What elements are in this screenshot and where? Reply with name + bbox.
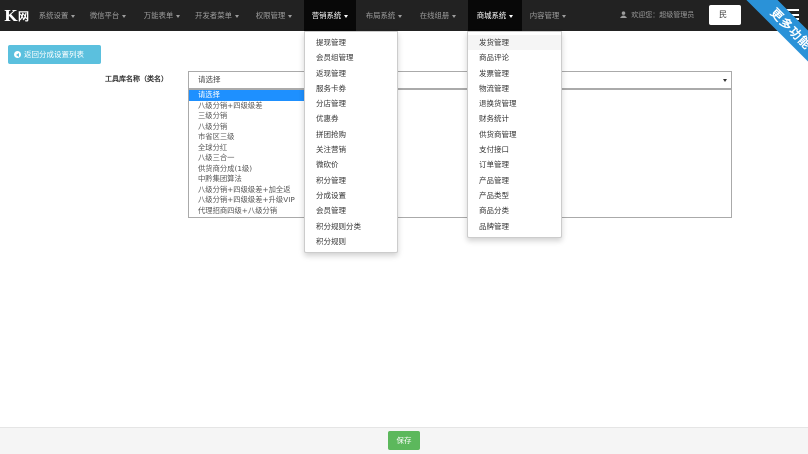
chevron-down-icon	[344, 14, 349, 18]
menu-item-returns-management[interactable]: 退换货管理	[468, 96, 561, 111]
brand-glyph: K	[4, 7, 18, 25]
more-features-ribbon[interactable]: 更多功能	[728, 0, 808, 80]
menu-item-brand-management[interactable]: 品牌管理	[468, 219, 561, 234]
select-option[interactable]: 八级分销+四级级差	[189, 101, 308, 112]
nav-mall-system[interactable]: 商城系统	[468, 0, 522, 31]
chevron-down-icon	[234, 14, 239, 18]
chevron-down-icon	[562, 14, 567, 18]
welcome-text: 欢迎您：超级管理员	[631, 11, 695, 19]
chevron-down-icon	[176, 14, 181, 18]
select-option[interactable]: 全球分红	[189, 143, 308, 154]
menu-item-service-coupons[interactable]: 服务卡券	[305, 81, 397, 96]
nav-marketing-system[interactable]: 营销系统	[304, 0, 356, 31]
nav-system-settings[interactable]: 系统设置	[33, 0, 81, 31]
tool-library-options: 请选择 八级分销+四级级差 三级分销 八级分销 市省区三级 全球分红 八级三合一…	[188, 89, 309, 218]
menu-item-branch-management[interactable]: 分店管理	[305, 96, 397, 111]
brand-logo[interactable]: K 网	[4, 6, 29, 26]
menu-item-logistics-management[interactable]: 物流管理	[468, 81, 561, 96]
welcome-user[interactable]: 欢迎您：超级管理员	[620, 0, 694, 31]
menu-item-bargain[interactable]: 微砍价	[305, 157, 397, 172]
menu-item-cashback-management[interactable]: 返现管理	[305, 66, 397, 81]
menu-item-member-management[interactable]: 会员管理	[305, 203, 397, 218]
select-option[interactable]: 八级三合一	[189, 153, 308, 164]
menu-item-invoice-management[interactable]: 发票管理	[468, 66, 561, 81]
menu-item-points-rule-category[interactable]: 积分规则分类	[305, 219, 397, 234]
menu-item-product-types[interactable]: 产品类型	[468, 188, 561, 203]
chevron-down-icon	[122, 14, 127, 18]
nav-online-album[interactable]: 在线组册	[414, 0, 462, 31]
chevron-down-icon	[452, 14, 457, 18]
menu-item-points-management[interactable]: 积分管理	[305, 173, 397, 188]
select-option[interactable]: 八级分销+四级级差+加全返	[189, 185, 308, 196]
menu-item-product-categories[interactable]: 商品分类	[468, 203, 561, 218]
more-features-label: 更多功能	[744, 0, 808, 76]
menu-item-product-management[interactable]: 产品管理	[468, 173, 561, 188]
nav-universal-form[interactable]: 万能表单	[138, 0, 186, 31]
mall-system-dropdown: 发货管理 商品评论 发票管理 物流管理 退换货管理 财务统计 供货商管理 支付接…	[467, 31, 562, 238]
menu-item-follow-marketing[interactable]: 关注营销	[305, 142, 397, 157]
select-value: 请选择	[198, 75, 221, 84]
back-button-label: 返回分成设置列表	[24, 50, 84, 59]
menu-item-shipping-management[interactable]: 发货管理	[468, 35, 561, 51]
nav-layout-system[interactable]: 布局系统	[360, 0, 408, 31]
select-option[interactable]: 代理招商四级+八级分销	[189, 206, 308, 217]
nav-developer-menu[interactable]: 开发者菜单	[189, 0, 245, 31]
user-icon	[620, 11, 627, 18]
top-right-button-label: 民	[719, 10, 727, 19]
menu-item-member-group-management[interactable]: 会员组管理	[305, 50, 397, 65]
marketing-system-dropdown: 提现管理 会员组管理 返现管理 服务卡券 分店管理 优惠券 拼团抢购 关注营销 …	[304, 31, 398, 254]
menu-item-supplier-management[interactable]: 供货商管理	[468, 127, 561, 142]
menu-item-commission-settings[interactable]: 分成设置	[305, 188, 397, 203]
nav-wechat-platform[interactable]: 微信平台	[84, 0, 132, 31]
menu-item-withdraw-management[interactable]: 提现管理	[305, 35, 397, 50]
brand-text: 网	[18, 10, 30, 23]
tool-library-label: 工具库名称（类名）	[105, 75, 168, 83]
select-arrow-icon	[723, 79, 727, 82]
menu-item-finance-statistics[interactable]: 财务统计	[468, 111, 561, 126]
menu-item-group-buy[interactable]: 拼团抢购	[305, 127, 397, 142]
menu-item-coupons[interactable]: 优惠券	[305, 111, 397, 126]
chevron-down-icon	[398, 14, 403, 18]
menu-item-payment-interface[interactable]: 支付接口	[468, 142, 561, 157]
chevron-down-icon	[509, 14, 514, 18]
select-option[interactable]: 市省区三级	[189, 132, 308, 143]
save-button[interactable]: 保存	[388, 431, 420, 450]
menu-item-product-reviews[interactable]: 商品评论	[468, 50, 561, 65]
select-option[interactable]: 八级分销+四级级差+升级VIP	[189, 195, 308, 206]
chevron-down-icon	[288, 14, 293, 18]
nav-permission-management[interactable]: 权限管理	[250, 0, 298, 31]
menu-item-points-rules[interactable]: 积分规则	[305, 234, 397, 249]
tool-library-select[interactable]: 请选择	[188, 71, 732, 89]
select-option[interactable]: 供货商分成(1级)	[189, 164, 308, 175]
back-to-commission-list-button[interactable]: 返回分成设置列表	[8, 45, 101, 64]
select-option[interactable]: 中黔集团算法	[189, 174, 308, 185]
top-navbar: K 网 系统设置 微信平台 万能表单 开发者菜单 权限管理 营销系统 布局系统 …	[0, 0, 808, 31]
nav-content-management[interactable]: 内容管理	[524, 0, 572, 31]
chevron-down-icon	[71, 14, 76, 18]
arrow-left-circle-icon	[14, 51, 21, 58]
select-option[interactable]: 请选择	[189, 90, 308, 101]
select-option[interactable]: 三级分销	[189, 111, 308, 122]
menu-item-order-management[interactable]: 订单管理	[468, 157, 561, 172]
select-option[interactable]: 八级分销	[189, 122, 308, 133]
